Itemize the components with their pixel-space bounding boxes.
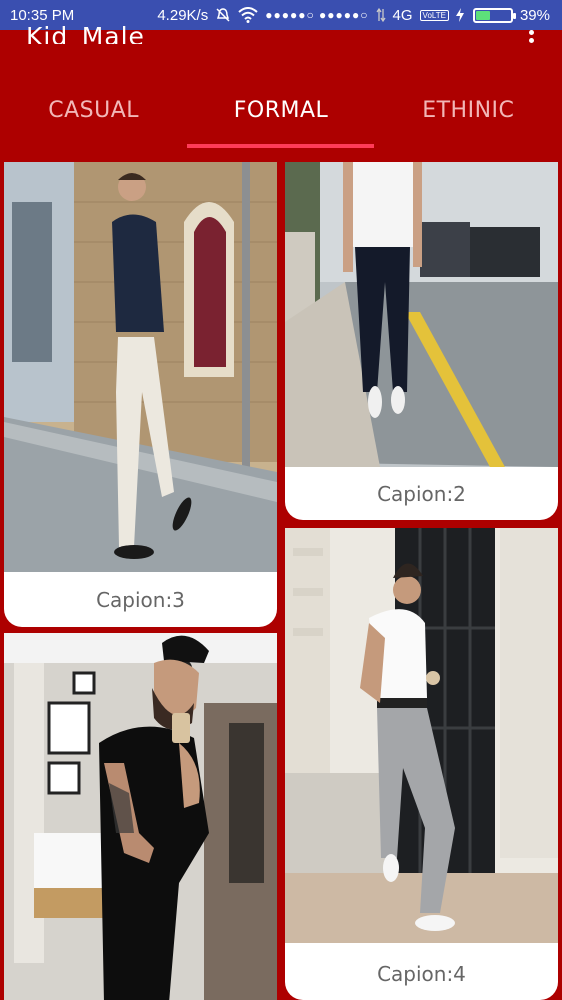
volte-badge: VoLTE <box>419 9 449 21</box>
photo-card[interactable]: Capion:2 <box>285 162 558 520</box>
wifi-icon <box>238 7 258 23</box>
signal-dots: ●●●●●○ ●●●●●○ <box>265 8 369 22</box>
tab-casual[interactable]: CASUAL <box>0 86 187 146</box>
data-arrows-icon <box>375 7 386 23</box>
photo-image <box>4 633 277 1000</box>
overflow-menu-icon[interactable] <box>526 30 536 44</box>
mute-icon <box>215 7 231 23</box>
tab-ethinic[interactable]: ETHINIC <box>375 86 562 146</box>
photo-image <box>4 162 277 572</box>
charging-icon <box>455 8 464 22</box>
network-type: 4G <box>392 6 413 24</box>
app-bar: Kid_Male CASUAL FORMAL ETHINIC <box>0 22 562 158</box>
photo-card[interactable] <box>4 633 277 1000</box>
card-caption: Capion:4 <box>377 962 466 986</box>
status-time: 10:35 PM <box>10 6 75 24</box>
photo-image <box>285 528 558 943</box>
app-title: Kid_Male <box>26 22 145 44</box>
photo-card[interactable]: Capion:3 <box>4 162 277 627</box>
card-caption: Capion:3 <box>96 588 185 612</box>
photo-grid: Capion:3 Capion:2 Capion:4 <box>0 158 562 1000</box>
network-speed: 4.29K/s <box>157 6 209 24</box>
battery-icon <box>472 7 516 23</box>
tab-formal[interactable]: FORMAL <box>187 86 374 146</box>
photo-image <box>285 162 558 467</box>
tab-bar: CASUAL FORMAL ETHINIC <box>0 86 562 146</box>
battery-percent: 39% <box>519 6 550 24</box>
card-caption: Capion:2 <box>377 482 466 506</box>
photo-card[interactable]: Capion:4 <box>285 528 558 1000</box>
tab-indicator <box>187 144 374 148</box>
